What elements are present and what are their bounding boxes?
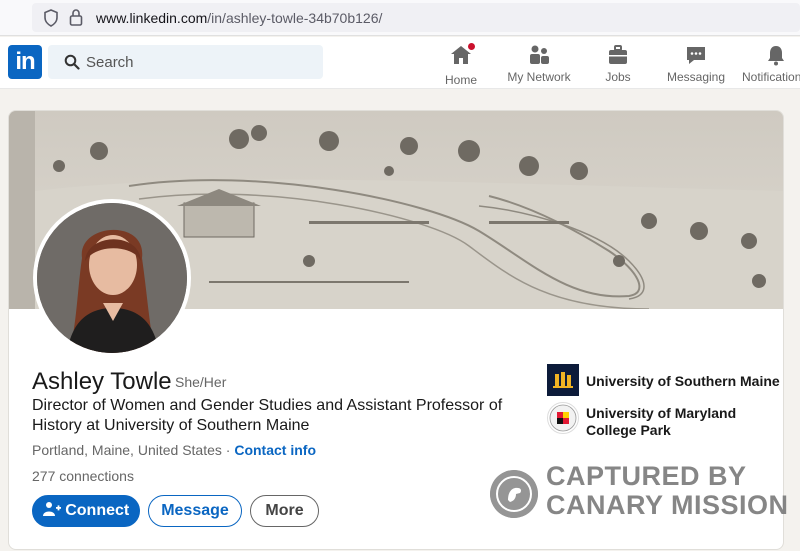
watermark-line1: CAPTURED BY <box>546 461 747 491</box>
connect-button[interactable]: Connect <box>32 495 140 527</box>
url-text[interactable]: www.linkedin.com/in/ashley-towle-34b70b1… <box>96 10 382 26</box>
contact-info-link[interactable]: Contact info <box>234 442 316 458</box>
message-button[interactable]: Message <box>148 495 242 527</box>
network-icon <box>530 45 549 64</box>
usm-logo-icon <box>553 372 573 388</box>
browser-toolbar: www.linkedin.com/in/ashley-towle-34b70b1… <box>0 0 800 36</box>
education-usm[interactable]: University of Southern Maine <box>586 373 780 390</box>
more-button[interactable]: More <box>250 495 319 527</box>
location: Portland, Maine, United States <box>32 442 222 458</box>
nav-label: My Network <box>507 70 571 84</box>
umd-logo[interactable] <box>547 402 579 434</box>
nav-notifications[interactable]: Notifications <box>740 43 800 84</box>
nav-label: Home <box>444 73 477 87</box>
linkedin-logo[interactable]: in <box>8 45 42 79</box>
umd-name-line1: University of Maryland <box>586 405 737 421</box>
avatar <box>37 203 187 353</box>
lock-icon[interactable] <box>69 8 83 26</box>
nav-home[interactable]: Home <box>440 41 482 87</box>
canary-bird-icon <box>490 470 538 518</box>
usm-logo[interactable] <box>547 364 579 396</box>
nav-messaging[interactable]: Messaging <box>666 43 726 84</box>
umd-name-line2: College Park <box>586 422 671 438</box>
url-domain: www.linkedin.com <box>96 10 208 26</box>
nav-label: Jobs <box>605 70 631 84</box>
search-box[interactable] <box>48 45 323 79</box>
watermark-text: CAPTURED BY CANARY MISSION <box>546 462 789 520</box>
watermark-line2: CANARY MISSION <box>546 490 789 520</box>
nav-jobs[interactable]: Jobs <box>600 43 636 84</box>
bell-icon <box>768 46 784 66</box>
pronouns: She/Her <box>175 374 227 390</box>
connections-count[interactable]: 277 connections <box>32 468 134 484</box>
umd-seal-icon <box>549 404 577 432</box>
url-path: /in/ashley-towle-34b70b126/ <box>207 10 383 26</box>
shield-icon[interactable] <box>43 9 59 27</box>
nav-label: Notifications <box>742 70 800 84</box>
nav-my-network[interactable]: My Network <box>504 43 574 84</box>
separator: · <box>225 442 231 458</box>
add-user-icon <box>42 502 61 516</box>
profile-headline: Director of Women and Gender Studies and… <box>32 397 503 434</box>
profile-photo[interactable] <box>33 199 191 357</box>
profile-name: Ashley Towle <box>32 368 172 395</box>
location-line: Portland, Maine, United States · Contact… <box>32 442 316 458</box>
search-icon <box>64 54 80 70</box>
search-input[interactable] <box>86 45 316 79</box>
nav-label: Messaging <box>666 70 726 84</box>
briefcase-icon <box>609 45 627 64</box>
linkedin-header: in Home My Network Jobs <box>0 37 800 89</box>
notification-dot <box>466 41 477 52</box>
messaging-icon <box>687 47 705 64</box>
education-umd[interactable]: University of Maryland College Park <box>586 405 736 439</box>
connect-label: Connect <box>65 502 130 519</box>
